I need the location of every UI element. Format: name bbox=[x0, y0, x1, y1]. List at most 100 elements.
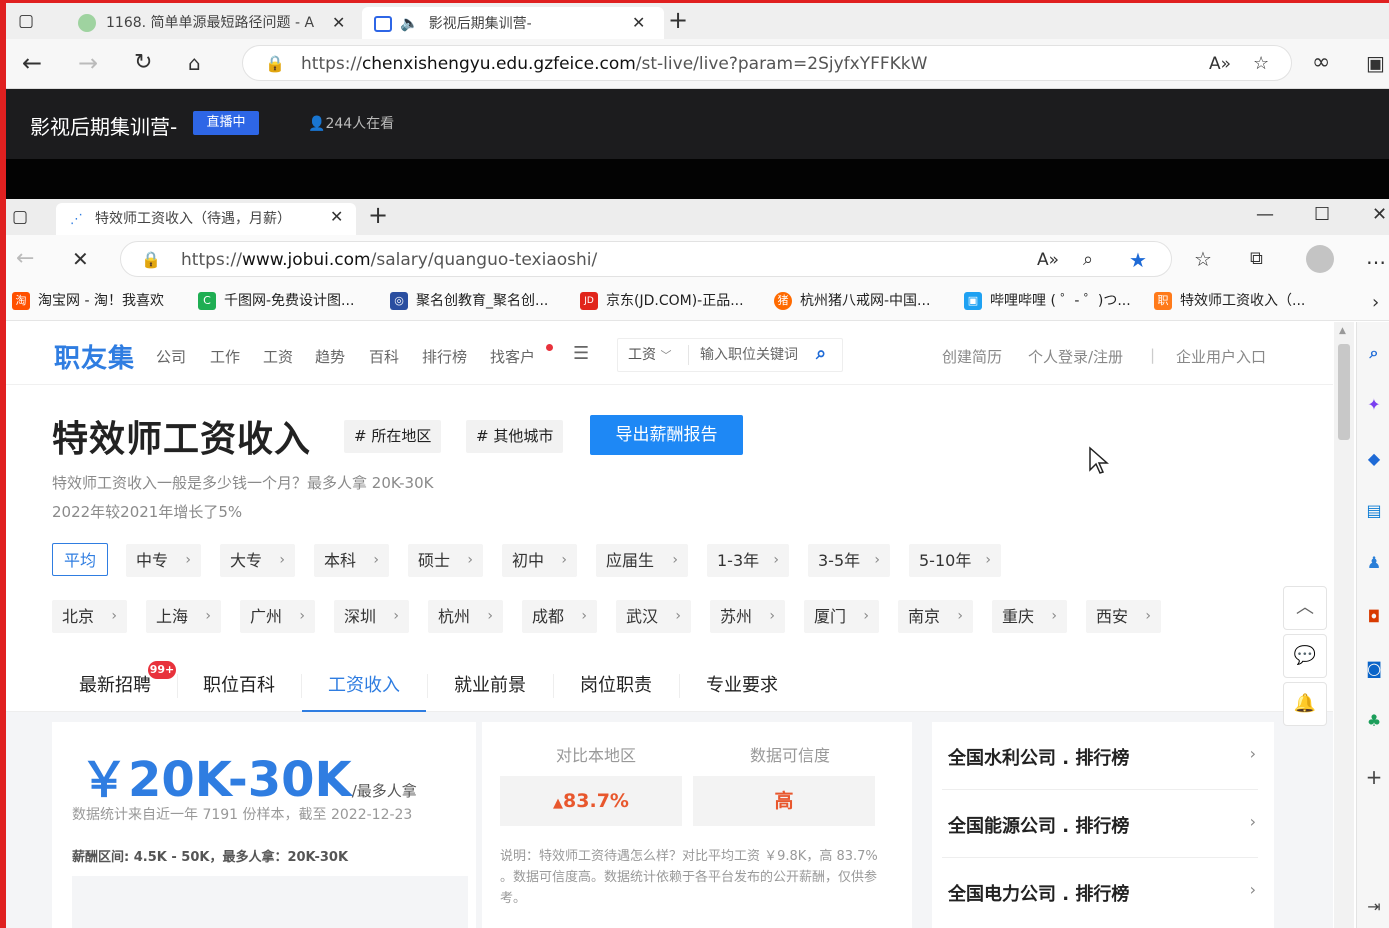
infinity-icon[interactable]: ∞ bbox=[1312, 51, 1330, 75]
filter-edu[interactable]: 硕士 › bbox=[408, 544, 483, 577]
scrollbar-thumb[interactable] bbox=[1338, 344, 1350, 440]
filter-city[interactable]: 深圳 › bbox=[334, 600, 409, 633]
add-icon[interactable]: + bbox=[1365, 767, 1383, 787]
filter-city[interactable]: 北京 › bbox=[52, 600, 127, 633]
close-window-icon[interactable]: ✕ bbox=[1372, 203, 1387, 227]
enterprise-entry-link[interactable]: 企业用户入口 bbox=[1176, 346, 1266, 367]
forward-icon[interactable]: → bbox=[78, 51, 98, 75]
ranking-item-water[interactable]: 全国水利公司 . 排行榜 › bbox=[932, 722, 1274, 788]
tab-duties[interactable]: 岗位职责 bbox=[554, 660, 678, 712]
inner-url[interactable]: https://www.jobui.com/salary/quanguo-tex… bbox=[181, 242, 597, 278]
new-tab-icon[interactable]: + bbox=[368, 203, 388, 227]
tools-icon[interactable]: ▤ bbox=[1365, 502, 1383, 520]
sidebar-exit-icon[interactable]: ⇥ bbox=[1365, 898, 1383, 916]
back-to-top-button[interactable]: ︿ bbox=[1283, 586, 1327, 630]
filter-city[interactable]: 重庆 › bbox=[992, 600, 1067, 633]
zoom-icon[interactable]: ⌕ bbox=[1083, 248, 1093, 272]
tree-icon[interactable]: ♣ bbox=[1365, 712, 1383, 730]
chat-button[interactable]: 💬 bbox=[1283, 634, 1327, 678]
nav-wiki[interactable]: 百科 bbox=[369, 346, 399, 367]
copilot-icon[interactable]: ✦ bbox=[1365, 396, 1383, 414]
outlook-icon[interactable]: ◙ bbox=[1365, 660, 1383, 678]
inner-address-bar[interactable]: 🔒 https://www.jobui.com/salary/quanguo-t… bbox=[120, 241, 1172, 277]
tag-region[interactable]: # 所在地区 bbox=[344, 420, 442, 453]
nav-jobs[interactable]: 工作 bbox=[210, 346, 240, 367]
nav-company[interactable]: 公司 bbox=[156, 346, 186, 367]
outer-address-bar[interactable]: 🔒 https://chenxishengyu.edu.gzfeice.com/… bbox=[242, 45, 1292, 81]
nav-trend[interactable]: 趋势 bbox=[315, 346, 345, 367]
search-icon[interactable]: ⌕ bbox=[1365, 344, 1383, 362]
filter-city[interactable]: 苏州 › bbox=[710, 600, 785, 633]
tab-prospects[interactable]: 就业前景 bbox=[428, 660, 552, 712]
filter-edu[interactable]: 本科 › bbox=[314, 544, 389, 577]
bookmark-jd[interactable]: JD 京东(JD.COM)-正品... bbox=[580, 285, 744, 321]
filter-city[interactable]: 成都 › bbox=[522, 600, 597, 633]
site-logo[interactable]: 职友集 bbox=[54, 338, 135, 375]
bookmark-taobao[interactable]: 淘淘宝网 - 淘！我喜欢 bbox=[12, 285, 164, 321]
filter-city[interactable]: 南京 › bbox=[898, 600, 973, 633]
nav-ranking[interactable]: 排行榜 bbox=[422, 346, 467, 367]
close-tab-icon[interactable]: ✕ bbox=[330, 207, 343, 226]
favorite-star-icon[interactable]: ★ bbox=[1129, 248, 1147, 272]
search-icon[interactable]: ⌕ bbox=[816, 343, 826, 364]
bookmark-juming[interactable]: ◎ 聚名创教育_聚名创... bbox=[390, 285, 548, 321]
favorites-icon[interactable]: ☆ bbox=[1194, 247, 1212, 271]
menu-icon[interactable]: ☰ bbox=[573, 343, 589, 364]
tab-job-wiki[interactable]: 职位百科 bbox=[178, 660, 300, 712]
shopping-icon[interactable]: ◆ bbox=[1365, 450, 1383, 468]
more-menu-icon[interactable]: … bbox=[1366, 245, 1386, 269]
bookmark-qiantu[interactable]: C 千图网-免费设计图... bbox=[198, 285, 354, 321]
new-tab-icon[interactable]: + bbox=[668, 8, 688, 32]
filter-edu[interactable]: 中专 › bbox=[126, 544, 201, 577]
filter-exp[interactable]: 3-5年 › bbox=[808, 544, 890, 577]
tab-actions-icon[interactable]: ▢ bbox=[18, 9, 34, 33]
outer-url[interactable]: https://chenxishengyu.edu.gzfeice.com/st… bbox=[301, 46, 927, 82]
close-tab-icon[interactable]: ✕ bbox=[332, 13, 345, 32]
read-aloud-icon[interactable]: A» bbox=[1209, 52, 1231, 76]
create-resume-link[interactable]: 创建简历 bbox=[942, 346, 1002, 367]
home-icon[interactable]: ⌂ bbox=[188, 51, 201, 75]
filter-city[interactable]: 广州 › bbox=[240, 600, 315, 633]
office-icon[interactable]: ◘ bbox=[1365, 608, 1383, 626]
back-icon[interactable]: ← bbox=[22, 51, 42, 75]
tag-other-city[interactable]: # 其他城市 bbox=[466, 420, 564, 453]
ranking-item-power[interactable]: 全国电力公司 . 排行榜 › bbox=[932, 858, 1274, 924]
search-input[interactable]: 输入职位关键词 bbox=[700, 339, 798, 371]
stop-loading-icon[interactable]: ✕ bbox=[72, 247, 89, 271]
filter-city[interactable]: 上海 › bbox=[146, 600, 221, 633]
extension-icon[interactable]: ▣ bbox=[1366, 51, 1385, 75]
tab-requirements[interactable]: 专业要求 bbox=[680, 660, 804, 712]
tab-actions-icon[interactable]: ▢ bbox=[12, 205, 28, 229]
notification-button[interactable]: 🔔 bbox=[1283, 682, 1327, 726]
filter-edu[interactable]: 大专 › bbox=[220, 544, 295, 577]
filter-city[interactable]: 西安 › bbox=[1086, 600, 1161, 633]
scroll-up-icon[interactable]: ▲ bbox=[1339, 326, 1346, 336]
filter-city[interactable]: 杭州 › bbox=[428, 600, 503, 633]
export-report-button[interactable]: 导出薪酬报告 bbox=[590, 415, 743, 455]
read-aloud-icon[interactable]: A» bbox=[1037, 248, 1059, 272]
refresh-icon[interactable]: ↻ bbox=[134, 51, 152, 75]
profile-avatar[interactable] bbox=[1306, 245, 1334, 273]
outer-tab-2[interactable]: 🔈 影视后期集训营- bbox=[362, 7, 664, 39]
inner-tab[interactable]: ⋰ 特效师工资收入（待遇，月薪） bbox=[56, 203, 356, 235]
collections-icon[interactable]: ⧉ bbox=[1250, 247, 1263, 271]
games-icon[interactable]: ♟ bbox=[1365, 554, 1383, 572]
filter-exp[interactable]: 5-10年 › bbox=[909, 544, 1001, 577]
bookmark-bilibili[interactable]: ▣ 哔哩哔哩 ( ゜- ゜)つ... bbox=[964, 285, 1131, 321]
search-category-select[interactable]: 工资 ﹀ bbox=[628, 339, 671, 372]
speaker-icon[interactable]: 🔈 bbox=[400, 14, 419, 32]
back-icon[interactable]: ← bbox=[16, 247, 34, 271]
bookmark-zbj[interactable]: 猪杭州猪八戒网-中国... bbox=[774, 285, 930, 321]
filter-exp[interactable]: 1-3年 › bbox=[707, 544, 789, 577]
chevron-right-icon[interactable]: › bbox=[1372, 291, 1379, 315]
login-register-link[interactable]: 个人登录/注册 bbox=[1028, 346, 1123, 367]
add-favorite-icon[interactable]: ☆ bbox=[1253, 52, 1269, 76]
page-scrollbar[interactable]: ▲ bbox=[1334, 322, 1354, 928]
filter-edu[interactable]: 应届生 › bbox=[596, 544, 688, 577]
filter-city[interactable]: 武汉 › bbox=[616, 600, 691, 633]
filter-average[interactable]: 平均 bbox=[52, 543, 108, 576]
maximize-icon[interactable]: ☐ bbox=[1314, 203, 1330, 227]
filter-edu[interactable]: 初中 › bbox=[502, 544, 577, 577]
ranking-item-energy[interactable]: 全国能源公司 . 排行榜 › bbox=[932, 790, 1274, 856]
outer-tab-1[interactable]: 1168. 简单单源最短路径问题 - A bbox=[66, 7, 358, 39]
